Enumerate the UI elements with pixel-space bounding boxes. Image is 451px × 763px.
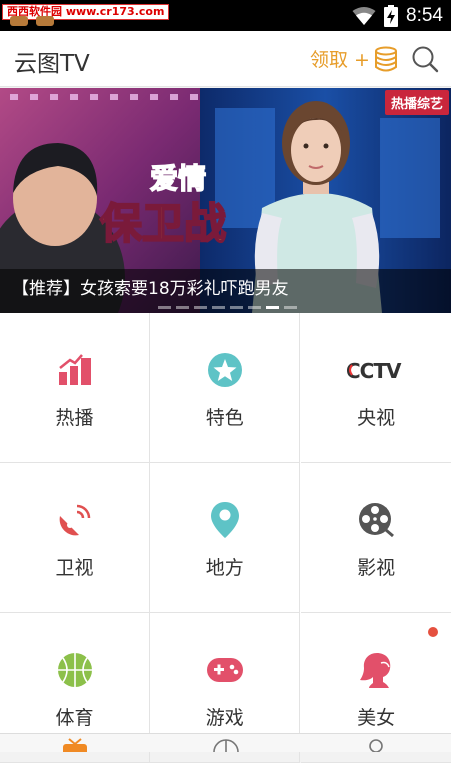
notification-icons bbox=[10, 16, 54, 26]
featured-banner[interactable]: 爱情 保卫战 热播综艺 【推荐】女孩索要18万彩礼吓跑男友 bbox=[0, 88, 451, 313]
compass-icon[interactable] bbox=[211, 738, 241, 752]
film-reel-icon bbox=[357, 501, 395, 539]
satellite-dish-icon bbox=[56, 501, 94, 539]
category-label: 美女 bbox=[357, 707, 396, 729]
category-label: 热播 bbox=[55, 407, 94, 429]
star-badge-icon bbox=[206, 351, 244, 389]
category-label: 影视 bbox=[357, 557, 396, 579]
search-icon[interactable] bbox=[411, 45, 439, 73]
pagination-dot[interactable] bbox=[266, 306, 279, 309]
wifi-icon bbox=[352, 6, 376, 25]
category-satellite-dish[interactable]: 卫视 bbox=[0, 463, 150, 613]
category-film-reel[interactable]: 影视 bbox=[300, 463, 451, 613]
user-icon[interactable] bbox=[361, 738, 391, 752]
status-bar: 西西软件园 www.cr173.com 8:54 bbox=[0, 0, 451, 31]
pagination-dot[interactable] bbox=[158, 306, 171, 309]
bottom-tab-bar bbox=[0, 733, 451, 752]
notification-app-icon bbox=[36, 16, 54, 26]
notification-app-icon bbox=[10, 16, 28, 26]
cctv-logo-icon: CCTV bbox=[346, 351, 406, 389]
app-bar: 云图TV 领取 + bbox=[0, 31, 451, 87]
pagination-dot[interactable] bbox=[230, 306, 243, 309]
woman-profile-icon bbox=[357, 651, 395, 689]
pagination-dot[interactable] bbox=[212, 306, 225, 309]
gamepad-icon bbox=[206, 651, 244, 689]
banner-pagination bbox=[158, 306, 297, 309]
category-hot-chart[interactable]: 热播 bbox=[0, 313, 150, 463]
hot-variety-badge: 热播综艺 bbox=[384, 90, 449, 115]
hot-chart-icon bbox=[56, 351, 94, 389]
category-label: 特色 bbox=[205, 407, 244, 429]
category-label: 央视 bbox=[357, 407, 396, 429]
category-star-badge[interactable]: 特色 bbox=[150, 313, 301, 463]
new-indicator-dot bbox=[428, 627, 438, 637]
pagination-dot[interactable] bbox=[284, 306, 297, 309]
coins-icon bbox=[374, 46, 397, 71]
pagination-dot[interactable] bbox=[248, 306, 261, 309]
show-logo-line1: 爱情 bbox=[150, 162, 206, 195]
pagination-dot[interactable] bbox=[194, 306, 207, 309]
basketball-icon bbox=[56, 651, 94, 689]
battery-charging-icon bbox=[384, 4, 399, 27]
svg-text:CCTV: CCTV bbox=[346, 359, 402, 382]
claim-coins-button[interactable]: 领取 + bbox=[310, 45, 398, 72]
pagination-dot[interactable] bbox=[176, 306, 189, 309]
category-label: 体育 bbox=[55, 707, 94, 729]
category-cctv-logo[interactable]: CCTV 央视 bbox=[300, 313, 451, 463]
category-map-pin[interactable]: 地方 bbox=[150, 463, 301, 613]
category-label: 地方 bbox=[205, 557, 244, 579]
app-title: 云图TV bbox=[14, 51, 90, 77]
tv-icon[interactable] bbox=[60, 738, 90, 752]
category-grid: 热播 特色 CCTV 央视卫视 地方 影视体育 游戏 美女 bbox=[0, 313, 451, 763]
claim-label: 领取 + bbox=[310, 49, 370, 71]
category-label: 卫视 bbox=[55, 557, 94, 579]
map-pin-icon bbox=[206, 501, 244, 539]
category-label: 游戏 bbox=[205, 707, 244, 729]
show-logo-line2: 保卫战 bbox=[100, 199, 226, 248]
clock: 8:54 bbox=[406, 4, 443, 26]
